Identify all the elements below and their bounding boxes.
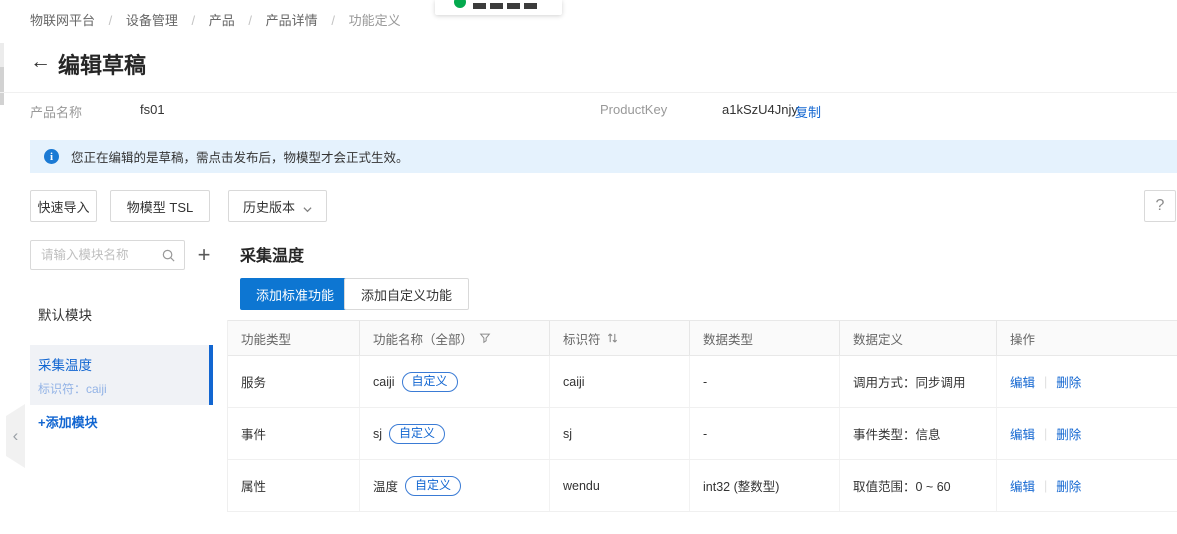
cell-actions: 编辑 | 删除 (996, 408, 1177, 459)
feature-table: 功能类型 功能名称（全部） 标识符 数据类型 数据定义 操作 服务 caiji (227, 320, 1177, 512)
cell-data-type: - (689, 356, 839, 407)
table-header-row: 功能类型 功能名称（全部） 标识符 数据类型 数据定义 操作 (228, 320, 1177, 356)
delete-link[interactable]: 删除 (1056, 476, 1081, 495)
cell-identifier: caiji (549, 356, 689, 407)
cell-feature-type: 服务 (228, 356, 359, 407)
header-actions: 操作 (996, 321, 1177, 355)
cell-feature-name: 温度 自定义 (359, 460, 549, 511)
clipped-text-mark (524, 3, 537, 9)
table-row: 事件 sj 自定义 sj - 事件类型：信息 编辑 | 删除 (228, 408, 1177, 460)
edit-link[interactable]: 编辑 (1010, 372, 1035, 391)
tsl-button[interactable]: 物模型 TSL (110, 190, 210, 222)
module-name: 采集温度 (38, 354, 213, 374)
sidebar-collapse-handle[interactable]: ‹ (6, 404, 25, 468)
add-module-plus-button[interactable]: + (193, 242, 215, 268)
history-version-label: 历史版本 (243, 197, 295, 216)
edit-link[interactable]: 编辑 (1010, 476, 1035, 495)
breadcrumb-item-platform[interactable]: 物联网平台 (30, 13, 95, 28)
clipped-text-mark (507, 3, 520, 9)
product-key-label: ProductKey (600, 102, 667, 117)
green-status-icon (454, 0, 466, 8)
draft-info-banner: i 您正在编辑的是草稿，需点击发布后，物模型才会正式生效。 (30, 140, 1177, 173)
sidebar-item-default-module[interactable]: 默认模块 (30, 299, 213, 329)
breadcrumb-separator: / (109, 13, 113, 28)
delete-link[interactable]: 删除 (1056, 424, 1081, 443)
cell-identifier: wendu (549, 460, 689, 511)
sort-icon[interactable] (607, 332, 618, 344)
module-search-input[interactable] (31, 241, 155, 269)
help-button[interactable]: ? (1144, 190, 1176, 222)
cell-feature-name: caiji 自定义 (359, 356, 549, 407)
module-search-box (30, 240, 185, 270)
back-arrow-icon[interactable]: ← (30, 50, 51, 74)
breadcrumb: 物联网平台 / 设备管理 / 产品 / 产品详情 / 功能定义 (30, 10, 411, 29)
header-data-type: 数据类型 (689, 321, 839, 355)
search-icon[interactable] (161, 248, 176, 268)
partial-toast (435, 0, 562, 15)
edit-link[interactable]: 编辑 (1010, 424, 1035, 443)
action-divider: | (1044, 427, 1047, 441)
cell-data-definition: 事件类型：信息 (839, 408, 996, 459)
header-feature-name: 功能名称（全部） (359, 321, 549, 355)
breadcrumb-separator: / (192, 13, 196, 28)
page-title: 编辑草稿 (58, 48, 146, 80)
breadcrumb-item-product[interactable]: 产品 (209, 13, 235, 28)
breadcrumb-item-device-mgmt[interactable]: 设备管理 (126, 13, 178, 28)
info-icon: i (44, 149, 59, 164)
quick-import-button[interactable]: 快速导入 (30, 190, 97, 222)
cell-data-type: int32 (整数型) (689, 460, 839, 511)
cell-identifier: sj (549, 408, 689, 459)
history-version-button[interactable]: 历史版本 (228, 190, 327, 222)
cell-actions: 编辑 | 删除 (996, 356, 1177, 407)
selected-indicator-bar (209, 345, 213, 405)
cell-actions: 编辑 | 删除 (996, 460, 1177, 511)
sidebar-item-selected-module[interactable]: 采集温度 标识符：caiji (30, 345, 213, 405)
cell-data-type: - (689, 408, 839, 459)
add-custom-feature-button[interactable]: 添加自定义功能 (344, 278, 469, 310)
header-feature-type: 功能类型 (228, 321, 359, 355)
add-standard-feature-button[interactable]: 添加标准功能 (240, 278, 350, 310)
header-identifier: 标识符 (549, 321, 689, 355)
header-divider (0, 92, 1177, 93)
breadcrumb-separator: / (248, 13, 252, 28)
clipped-text-mark (490, 3, 503, 9)
module-title: 采集温度 (240, 242, 304, 266)
cell-data-definition: 调用方式：同步调用 (839, 356, 996, 407)
custom-badge: 自定义 (389, 424, 445, 444)
breadcrumb-item-feature-def: 功能定义 (349, 13, 401, 28)
copy-productkey-link[interactable]: 复制 (795, 102, 821, 121)
header-data-definition: 数据定义 (839, 321, 996, 355)
table-row: 服务 caiji 自定义 caiji - 调用方式：同步调用 编辑 | 删除 (228, 356, 1177, 408)
action-divider: | (1044, 375, 1047, 389)
custom-badge: 自定义 (405, 476, 461, 496)
action-divider: | (1044, 479, 1047, 493)
cell-feature-type: 事件 (228, 408, 359, 459)
banner-text: 您正在编辑的是草稿，需点击发布后，物模型才会正式生效。 (71, 147, 409, 166)
product-name-label: 产品名称 (30, 102, 82, 121)
product-key-value: a1kSzU4Jnjy (722, 102, 798, 117)
breadcrumb-item-product-detail[interactable]: 产品详情 (266, 13, 318, 28)
cell-feature-name: sj 自定义 (359, 408, 549, 459)
page: 物联网平台 / 设备管理 / 产品 / 产品详情 / 功能定义 ← 编辑草稿 产… (0, 0, 1177, 534)
chevron-down-icon (303, 202, 312, 211)
breadcrumb-separator: / (331, 13, 335, 28)
custom-badge: 自定义 (402, 372, 458, 392)
table-row: 属性 温度 自定义 wendu int32 (整数型) 取值范围：0 ~ 60 … (228, 460, 1177, 512)
left-scrollbar-sliver (0, 43, 4, 105)
filter-icon[interactable] (479, 332, 491, 344)
clipped-text-mark (473, 3, 486, 9)
delete-link[interactable]: 删除 (1056, 372, 1081, 391)
cell-feature-type: 属性 (228, 460, 359, 511)
module-identifier: 标识符：caiji (38, 380, 213, 397)
cell-data-definition: 取值范围：0 ~ 60 (839, 460, 996, 511)
add-module-link[interactable]: +添加模块 (30, 412, 213, 431)
product-name-value: fs01 (140, 102, 165, 117)
